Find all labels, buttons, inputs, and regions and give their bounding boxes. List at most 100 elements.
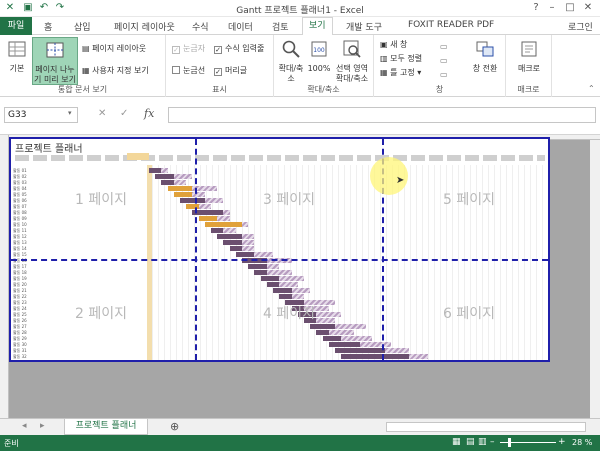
normal-view-button[interactable]: 기본 <box>4 39 30 74</box>
tab-file[interactable]: 파일 <box>0 17 32 35</box>
page-layout-status-icon[interactable]: ▤ <box>466 437 475 447</box>
new-window-icon: ▣ <box>380 40 391 49</box>
legend-row <box>15 155 545 161</box>
switch-windows-button[interactable]: 창 전환 <box>468 39 502 74</box>
add-sheet-icon[interactable]: ⊕ <box>170 420 179 433</box>
maximize-icon[interactable]: □ <box>562 1 578 15</box>
zoom-out-icon[interactable]: – <box>490 437 495 447</box>
minimize-icon[interactable]: – <box>544 1 560 15</box>
cancel-icon[interactable]: ✕ <box>98 108 106 119</box>
gantt-actual-bar <box>273 288 292 293</box>
headings-checkbox[interactable]: ✓ 머리글 <box>214 65 247 76</box>
zoom-button[interactable]: 확대/축소 <box>276 39 306 84</box>
page-break-preview-button[interactable]: 페이지 나누기 미리 보기 <box>32 37 78 85</box>
svg-text:100: 100 <box>313 47 325 54</box>
gridlines-check-icon <box>172 66 180 74</box>
tab-developer[interactable]: 개발 도구 <box>346 20 382 33</box>
gantt-actual-bar <box>167 186 193 191</box>
macros-button[interactable]: 매크로 <box>510 39 548 74</box>
group-zoom: 확대/축소 100 100% 선택 영역 확대/축소 확대/축소 <box>274 35 374 97</box>
formula-input[interactable] <box>168 107 596 123</box>
headings-check-icon: ✓ <box>214 68 222 76</box>
ruler-check-icon: ✓ <box>172 46 180 54</box>
normal-view-status-icon[interactable]: ▦ <box>452 437 461 447</box>
enter-icon[interactable]: ✓ <box>120 108 128 119</box>
group-macros: 매크로 매크로 <box>506 35 552 97</box>
gantt-actual-bar <box>204 222 242 227</box>
group-window: ▣ 새 창 ▥ 모두 정렬 ▦ 틀 고정 ▾ ▭ ▭ ▭ 창 전환 창 <box>374 35 506 97</box>
tab-scroll-right-icon[interactable]: ▸ <box>40 421 45 431</box>
unhide-button[interactable]: ▭ <box>440 69 448 80</box>
sign-in-link[interactable]: 로그인 <box>568 20 593 33</box>
sheet-tabs-bar: ◂ ▸ 프로젝트 플래너 ⊕ <box>0 418 600 435</box>
status-bar: 준비 ▦ ▤ ▥ – + 28 % <box>0 435 600 451</box>
mouse-pointer-icon: ➤ <box>396 175 405 186</box>
gantt-actual-bar <box>217 234 242 239</box>
vertical-scrollbar[interactable] <box>590 140 600 418</box>
tab-review[interactable]: 검토 <box>272 20 289 33</box>
insert-function-icon[interactable]: fx <box>144 107 154 120</box>
page-break-horizontal[interactable] <box>11 259 548 261</box>
tab-home[interactable]: 홈 <box>44 20 52 33</box>
page-break-status-icon[interactable]: ▥ <box>478 437 487 447</box>
split-button[interactable]: ▭ <box>440 41 448 52</box>
zoom-level[interactable]: 28 % <box>572 438 592 447</box>
gantt-actual-bar <box>149 168 162 173</box>
new-window-button[interactable]: ▣ 새 창 <box>380 39 407 50</box>
formula-bar-checkbox[interactable]: ✓ 수식 입력줄 <box>214 43 264 54</box>
macro-icon <box>521 41 537 57</box>
gantt-actual-bar <box>316 330 329 335</box>
zoom-100-button[interactable]: 100 100% <box>306 39 332 74</box>
page-layout-icon: ▤ <box>82 44 93 53</box>
gantt-actual-bar <box>161 180 174 185</box>
page-layout-view-button[interactable]: ▤ 페이지 레이아웃 <box>82 43 146 54</box>
normal-view-icon <box>8 41 26 57</box>
gantt-actual-bar <box>235 252 255 257</box>
close-icon[interactable]: ✕ <box>580 1 596 15</box>
switch-windows-icon <box>476 41 494 57</box>
help-icon[interactable]: ? <box>528 1 544 15</box>
page-label-3: 3 페이지 <box>263 192 315 208</box>
page-break-preview-icon <box>46 42 64 58</box>
page-label-2: 2 페이지 <box>75 306 127 322</box>
gantt-actual-bar <box>260 276 280 281</box>
status-ready: 준비 <box>4 439 19 448</box>
gantt-actual-bar <box>335 348 385 353</box>
tab-page-layout[interactable]: 페이지 레이아웃 <box>114 20 175 33</box>
print-area[interactable]: 프로젝트 플래너 활동 01 활동 02 활동 03 활동 04 활동 05 활동 06 활… <box>9 137 550 362</box>
collapse-ribbon-icon[interactable]: ⌃ <box>588 83 595 94</box>
gantt-actual-bar <box>310 324 335 329</box>
page-break-vertical-1[interactable] <box>195 139 197 360</box>
name-box-dropdown-icon[interactable]: ▾ <box>68 109 72 117</box>
zoom-in-icon[interactable]: + <box>558 437 566 447</box>
sheet-tab-project-planner[interactable]: 프로젝트 플래너 <box>64 419 148 435</box>
page-label-5: 5 페이지 <box>443 192 495 208</box>
gantt-actual-bar <box>279 294 292 299</box>
custom-views-button[interactable]: ▦ 사용자 지정 보기 <box>82 65 149 76</box>
tab-data[interactable]: 데이터 <box>228 20 253 33</box>
table-row: 활동 32 <box>13 354 27 359</box>
hide-button[interactable]: ▭ <box>440 55 448 66</box>
arrange-all-button[interactable]: ▥ 모두 정렬 <box>380 53 422 64</box>
gridlines-checkbox[interactable]: 눈금선 <box>172 65 205 76</box>
tab-foxit[interactable]: FOXIT READER PDF <box>408 20 494 30</box>
tab-view[interactable]: 보기 <box>302 17 333 36</box>
horizontal-scrollbar[interactable] <box>386 422 586 432</box>
gantt-actual-bar <box>211 228 224 233</box>
title-bar: ✕ ▣ ↶ ↷ Gantt 프로젝트 플래너1 - Excel ? – □ ✕ <box>0 0 600 17</box>
group-workbook-views: 기본 페이지 나누기 미리 보기 ▤ 페이지 레이아웃 ▦ 사용자 지정 보기 … <box>0 35 166 97</box>
sheet-title: 프로젝트 플래너 <box>15 144 83 155</box>
zoom-slider-thumb[interactable] <box>508 438 511 447</box>
zoom-100-icon: 100 <box>311 41 327 57</box>
name-box[interactable]: G33 <box>4 107 78 123</box>
magnifier-icon <box>282 40 300 58</box>
gantt-actual-bar <box>341 354 410 359</box>
tab-formulas[interactable]: 수식 <box>192 20 209 33</box>
window-title: Gantt 프로젝트 플래너1 - Excel <box>236 6 364 16</box>
freeze-panes-button[interactable]: ▦ 틀 고정 ▾ <box>380 67 421 78</box>
zoom-to-selection-button[interactable]: 선택 영역 확대/축소 <box>332 39 372 84</box>
ruler-checkbox[interactable]: ✓ 눈금자 <box>172 43 205 54</box>
custom-views-icon: ▦ <box>82 66 93 75</box>
tab-insert[interactable]: 삽입 <box>74 20 91 33</box>
tab-scroll-left-icon[interactable]: ◂ <box>22 421 27 431</box>
